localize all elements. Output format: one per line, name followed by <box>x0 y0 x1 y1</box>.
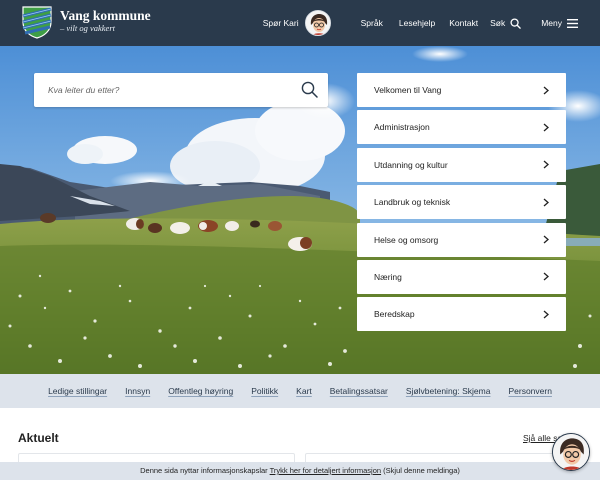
search-label: Søk <box>490 18 506 28</box>
menu-item-label: Velkomen til Vang <box>374 85 442 95</box>
chevron-right-icon <box>543 123 549 132</box>
news-title: Aktuelt <box>18 431 59 445</box>
menu-item-label: Næring <box>374 271 402 282</box>
quick-link-sjolvbetening[interactable]: Sjølvbetening: Skjema <box>406 386 491 396</box>
menu-item-label: Beredskap <box>374 309 415 320</box>
quick-link-innsyn[interactable]: Innsyn <box>125 386 150 396</box>
reading-help-link[interactable]: Lesehjelp <box>399 18 435 28</box>
brand-name: Vang kommune <box>60 8 151 23</box>
quick-link-betalingssatsar[interactable]: Betalingssatsar <box>330 386 388 396</box>
quick-links-bar: Ledige stillingar Innsyn Offentleg høyri… <box>0 374 600 408</box>
search-input[interactable] <box>48 73 288 107</box>
menu-item-helse[interactable]: Helse og omsorg <box>357 222 566 257</box>
search-icon[interactable] <box>301 81 318 98</box>
header-nav: Spør Kari Språk Lesehjelp Kontakt Søk Me… <box>263 0 578 46</box>
coat-of-arms-icon[interactable] <box>22 6 52 39</box>
chevron-right-icon <box>543 235 549 244</box>
cookie-details-link[interactable]: Trykk her for detaljert informasjon <box>270 466 381 475</box>
chevron-right-icon <box>543 310 549 319</box>
menu-item-label: Administrasjon <box>374 122 430 133</box>
hamburger-icon <box>567 18 578 28</box>
menu-item-velkomen[interactable]: Velkomen til Vang <box>357 73 566 107</box>
menu-item-utdanning[interactable]: Utdanning og kultur <box>357 147 566 182</box>
kari-avatar-icon <box>304 10 331 36</box>
menu-item-landbruk[interactable]: Landbruk og teknisk <box>357 185 566 220</box>
menu-item-label: Helse og omsorg <box>374 234 439 245</box>
site-header: Vang kommune – vilt og vakkert Spør Kari… <box>0 0 600 46</box>
chevron-right-icon <box>543 160 549 169</box>
chevron-right-icon <box>543 272 549 281</box>
search-button[interactable]: Søk <box>490 17 521 29</box>
brand[interactable]: Vang kommune – vilt og vakkert <box>60 8 151 34</box>
quick-link-personvern[interactable]: Personvern <box>508 386 551 396</box>
menu-item-label: Landbruk og teknisk <box>374 197 451 208</box>
menu-item-beredskap[interactable]: Beredskap <box>357 297 566 332</box>
cookie-banner: Denne sida nyttar informasjonskapslar Tr… <box>0 462 600 480</box>
search-box <box>34 73 328 107</box>
search-icon <box>510 17 521 29</box>
quick-link-kart[interactable]: Kart <box>296 386 312 396</box>
quick-link-ledige-stillingar[interactable]: Ledige stillingar <box>48 386 107 396</box>
cookie-text: Denne sida nyttar informasjonskapslar <box>140 466 268 475</box>
menu-item-label: Utdanning og kultur <box>374 159 448 170</box>
chevron-right-icon <box>543 86 549 94</box>
hero-section: Velkomen til Vang Administrasjon Utdanni… <box>0 46 600 374</box>
brand-tagline: – vilt og vakkert <box>60 23 115 33</box>
main-menu: Velkomen til Vang Administrasjon Utdanni… <box>357 73 566 335</box>
ask-kari-button[interactable]: Spør Kari <box>263 10 331 36</box>
menu-button[interactable]: Meny <box>541 18 578 28</box>
ask-kari-label: Spør Kari <box>262 18 299 28</box>
quick-link-offentleg-hoyring[interactable]: Offentleg høyring <box>168 386 233 396</box>
chat-assistant-button[interactable] <box>552 433 590 471</box>
quick-link-politikk[interactable]: Politikk <box>251 386 278 396</box>
contact-link[interactable]: Kontakt <box>449 18 478 28</box>
chevron-right-icon <box>543 198 549 207</box>
cookie-dismiss-link[interactable]: (Skjul denne meldinga) <box>383 466 460 475</box>
menu-label: Meny <box>541 18 562 28</box>
menu-item-administrasjon[interactable]: Administrasjon <box>357 110 566 145</box>
language-link[interactable]: Språk <box>361 18 383 28</box>
menu-item-naering[interactable]: Næring <box>357 259 566 294</box>
